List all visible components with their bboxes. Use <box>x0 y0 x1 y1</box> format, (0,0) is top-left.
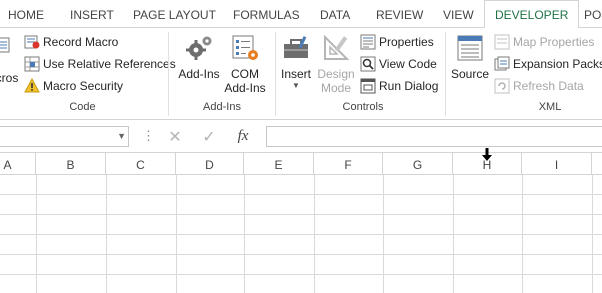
gridline <box>0 194 602 195</box>
expansion-packs-icon <box>494 56 510 72</box>
ribbon-tab-bar: HOME INSERT PAGE LAYOUT FORMULAS DATA RE… <box>0 0 602 29</box>
tab-insert[interactable]: INSERT <box>70 0 114 28</box>
column-header-c[interactable]: C <box>106 153 176 175</box>
com-add-ins-icon <box>229 32 261 64</box>
map-properties-icon <box>494 34 510 50</box>
macro-security-button[interactable]: Macro Security <box>24 76 123 96</box>
map-properties-label: Map Properties <box>513 35 595 49</box>
tab-developer[interactable]: DEVELOPER <box>484 0 580 29</box>
view-code-button[interactable]: View Code <box>360 54 437 74</box>
warning-icon <box>24 78 40 94</box>
macro-security-label: Macro Security <box>43 79 124 93</box>
macros-label: cros <box>0 71 19 85</box>
run-dialog-icon <box>360 78 376 94</box>
expansion-packs-button[interactable]: Expansion Packs <box>494 54 602 74</box>
xml-source-button[interactable]: Source <box>450 32 490 81</box>
formula-bar-grip[interactable]: ⋮ <box>142 128 155 144</box>
chevron-down-icon[interactable]: ▼ <box>117 131 126 141</box>
record-macro-button[interactable]: Record Macro <box>24 32 118 52</box>
tab-data[interactable]: DATA <box>320 0 350 28</box>
insert-function-button[interactable]: fx <box>230 126 256 147</box>
column-select-cursor-icon <box>482 148 492 161</box>
worksheet-grid[interactable] <box>0 175 602 293</box>
gridline <box>0 214 602 215</box>
xml-group-label: XML <box>538 101 562 113</box>
enter-formula-button[interactable]: ✓ <box>196 126 222 147</box>
design-mode-icon <box>320 32 352 64</box>
design-mode-line2: Mode <box>320 81 352 95</box>
view-code-label: View Code <box>379 57 437 71</box>
record-macro-icon <box>24 34 40 50</box>
column-headers: A B C D E F G H I <box>0 153 602 175</box>
cancel-formula-button[interactable]: ✕ <box>162 126 188 147</box>
relative-references-icon <box>24 56 40 72</box>
gridline <box>0 234 602 235</box>
column-header-b[interactable]: B <box>36 153 106 175</box>
toolbox-icon <box>280 32 312 64</box>
tab-page-layout[interactable]: PAGE LAYOUT <box>133 0 216 28</box>
refresh-data-label: Refresh Data <box>513 79 584 93</box>
view-code-icon <box>360 56 376 72</box>
tab-home[interactable]: HOME <box>8 0 44 28</box>
tab-review[interactable]: REVIEW <box>376 0 423 28</box>
expansion-packs-label: Expansion Packs <box>513 57 602 71</box>
column-header-e[interactable]: E <box>244 153 314 175</box>
column-header-g[interactable]: G <box>383 153 453 175</box>
run-dialog-button[interactable]: Run Dialog <box>360 76 438 96</box>
properties-icon <box>360 34 376 50</box>
tab-power[interactable]: PO <box>584 0 601 28</box>
design-mode-line1: Design <box>317 67 355 81</box>
run-dialog-label: Run Dialog <box>379 79 439 93</box>
refresh-icon <box>494 78 510 94</box>
group-divider <box>445 32 446 116</box>
gridline <box>0 274 602 275</box>
source-label: Source <box>450 67 490 81</box>
macros-button[interactable]: cros <box>0 32 20 85</box>
formula-input[interactable] <box>266 126 602 147</box>
ribbon: cros Record Macro Use Relative Reference… <box>0 28 602 120</box>
column-header-f[interactable]: F <box>314 153 383 175</box>
controls-group-label: Controls <box>342 101 384 113</box>
column-header-d[interactable]: D <box>176 153 244 175</box>
column-header-a[interactable]: A <box>0 153 36 175</box>
record-macro-label: Record Macro <box>43 35 119 49</box>
map-properties-button[interactable]: Map Properties <box>494 32 594 52</box>
formula-bar: ▼ ⋮ ✕ ✓ fx <box>0 120 602 153</box>
column-header-i[interactable]: I <box>522 153 592 175</box>
add-ins-group-label: Add-Ins <box>203 101 241 113</box>
name-box[interactable]: ▼ <box>0 126 129 147</box>
properties-button[interactable]: Properties <box>360 32 434 52</box>
macros-icon <box>0 32 23 64</box>
refresh-data-button[interactable]: Refresh Data <box>494 76 584 96</box>
use-relative-references-label: Use Relative References <box>43 57 176 71</box>
insert-controls-button[interactable]: Insert ▼ <box>279 32 313 91</box>
use-relative-references-button[interactable]: Use Relative References <box>24 54 176 74</box>
group-divider <box>168 32 169 116</box>
com-label-line1: COM <box>231 67 259 81</box>
add-ins-label: Add-Ins <box>178 67 220 81</box>
tab-view[interactable]: VIEW <box>443 0 474 28</box>
com-label-line2: Add-Ins <box>224 81 266 95</box>
design-mode-button[interactable]: Design Mode <box>316 32 356 95</box>
group-divider <box>275 32 276 116</box>
gridline <box>0 254 602 255</box>
insert-label: Insert <box>280 67 311 81</box>
chevron-down-icon: ▼ <box>292 81 300 90</box>
com-add-ins-button[interactable]: COM Add-Ins <box>222 32 268 95</box>
add-ins-button[interactable]: Add-Ins <box>176 32 222 81</box>
code-group-label: Code <box>69 101 96 113</box>
tab-formulas[interactable]: FORMULAS <box>233 0 300 28</box>
properties-label: Properties <box>379 35 434 49</box>
xml-source-icon <box>454 32 486 64</box>
gears-icon <box>183 32 215 64</box>
